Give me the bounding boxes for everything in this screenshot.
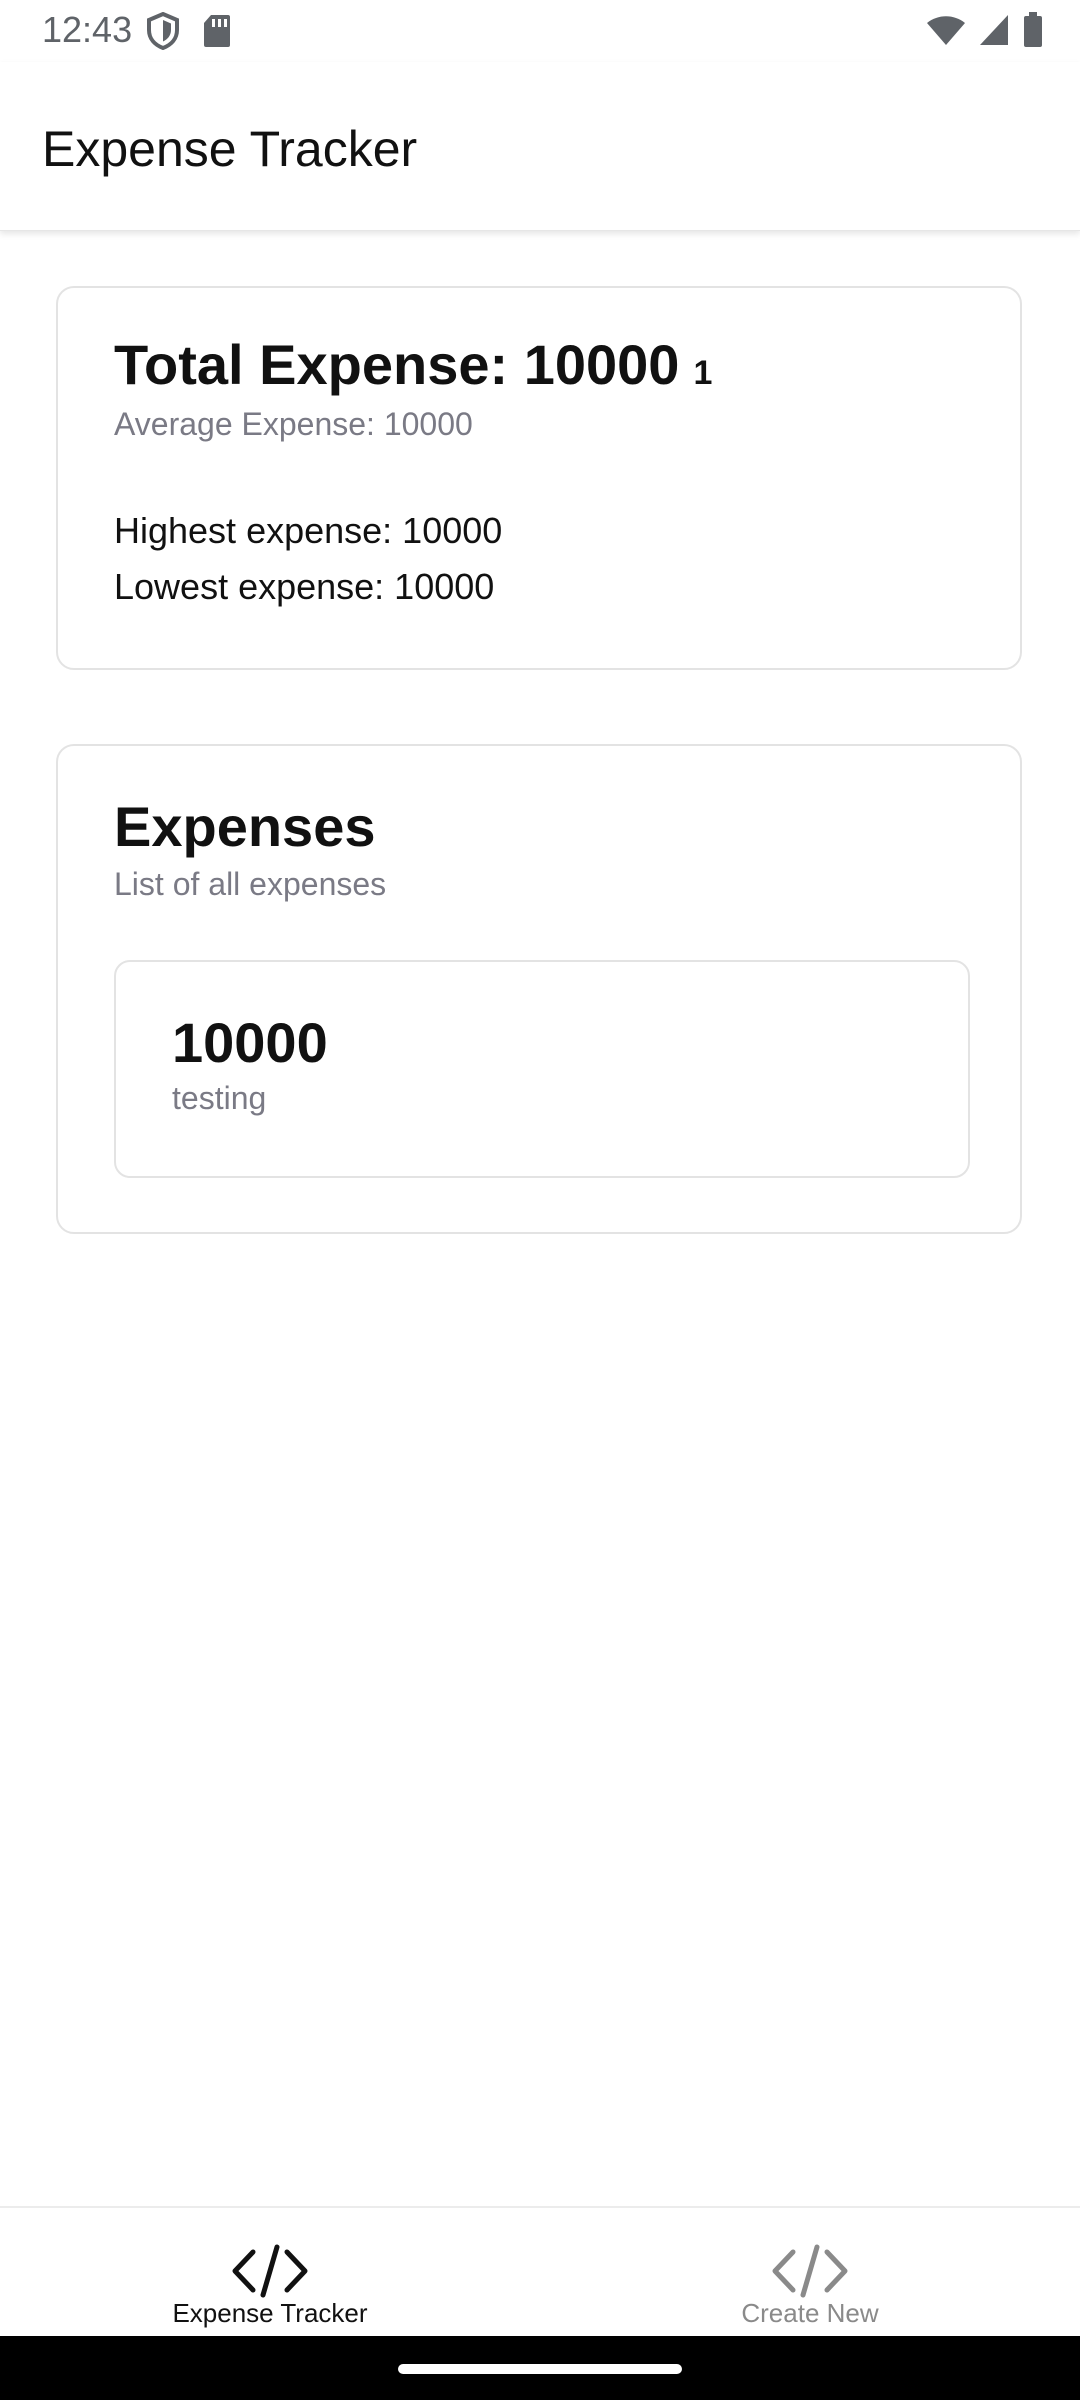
shield-icon — [146, 11, 180, 55]
code-icon — [771, 2244, 849, 2303]
code-icon — [231, 2244, 309, 2303]
system-gesture-bar — [0, 2336, 1080, 2400]
battery-icon — [1022, 12, 1044, 53]
expense-count-badge: 1 — [693, 354, 713, 392]
status-right-icons — [926, 12, 1044, 53]
average-expense-text: Average Expense: 10000 — [114, 406, 473, 442]
highest-expense-text: Highest expense: 10000 — [114, 510, 503, 551]
sd-card-icon — [202, 13, 232, 54]
app-bar: Expense Tracker — [0, 62, 1080, 231]
status-left-icons — [146, 11, 232, 55]
home-gesture-handle[interactable] — [398, 2364, 682, 2374]
expenses-subtitle: List of all expenses — [114, 866, 387, 902]
bottom-nav: Expense Tracker Create New — [0, 2206, 1080, 2338]
expense-description: testing — [172, 1080, 267, 1116]
summary-card: Total Expense: 10000 1 Average Expense: … — [56, 286, 1022, 670]
expense-list-item[interactable]: 10000 testing — [114, 960, 970, 1178]
nav-item-create-new[interactable]: Create New — [540, 2208, 1080, 2338]
summary-title-row: Total Expense: 10000 1 — [114, 332, 712, 397]
expenses-title: Expenses — [114, 795, 376, 858]
nav-label-expense-tracker: Expense Tracker — [172, 2298, 368, 2328]
wifi-icon — [926, 13, 966, 52]
nav-item-expense-tracker[interactable]: Expense Tracker — [0, 2208, 540, 2338]
app-title: Expense Tracker — [42, 121, 418, 177]
lowest-expense-text: Lowest expense: 10000 — [114, 566, 495, 607]
status-time: 12:43 — [42, 9, 133, 50]
expense-amount: 10000 — [172, 1011, 328, 1074]
signal-icon — [978, 13, 1010, 52]
total-expense-title: Total Expense: 10000 — [114, 333, 680, 396]
expenses-card: Expenses List of all expenses 10000 test… — [56, 744, 1022, 1234]
status-bar: 12:43 — [0, 0, 1080, 62]
nav-label-create-new: Create New — [741, 2298, 879, 2328]
